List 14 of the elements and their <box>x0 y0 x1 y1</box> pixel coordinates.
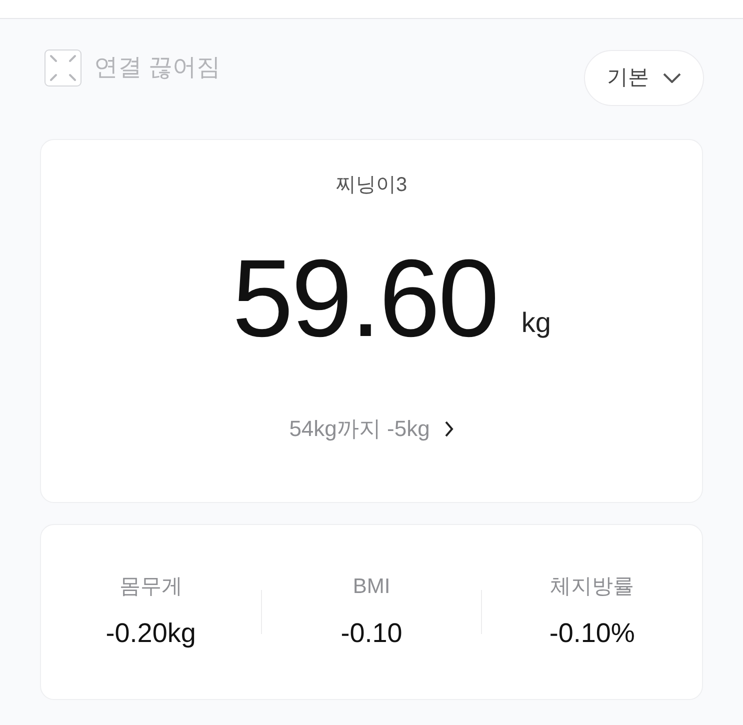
metric-label: 체지방률 <box>550 574 634 600</box>
disconnected-icon <box>44 49 82 87</box>
weight-unit: kg <box>521 306 551 340</box>
metric-value: -0.10% <box>549 616 635 650</box>
metric-value: -0.10 <box>340 616 402 650</box>
metric-label: BMI <box>352 574 390 600</box>
weight-value: 59.60 <box>232 244 498 354</box>
metric-label: 몸무게 <box>119 574 182 600</box>
profile-name: 찌닝이3 <box>336 173 408 198</box>
mode-dropdown[interactable]: 기본 <box>584 50 704 106</box>
chevron-right-icon <box>444 420 454 436</box>
chevron-down-icon <box>663 73 681 83</box>
metric-value: -0.20kg <box>106 616 196 650</box>
connection-status: 연결 끊어짐 <box>94 53 221 83</box>
